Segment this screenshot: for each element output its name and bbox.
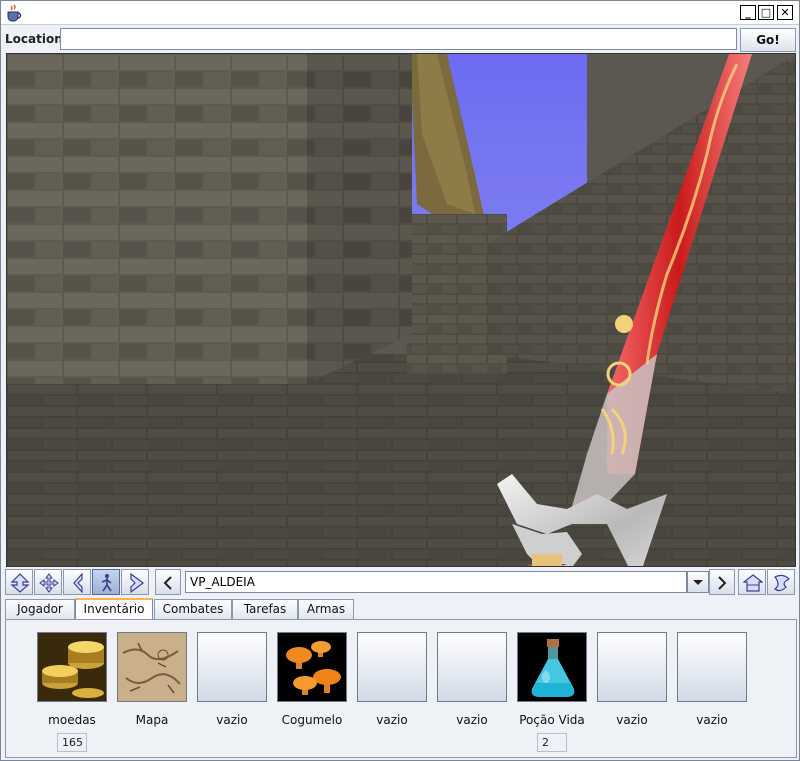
inventory-panel: moedas 165 Mapa vazio Cogumelo vazio vaz… — [5, 619, 797, 758]
inventory-slot[interactable] — [437, 632, 507, 702]
coins-icon — [38, 633, 106, 701]
inventory-slot[interactable] — [677, 632, 747, 702]
previous-viewpoint-button[interactable] — [155, 569, 181, 595]
examine-button[interactable] — [121, 569, 149, 595]
navigation-bar: VP_ALDEIA — [5, 568, 797, 596]
straighten-icon — [773, 574, 791, 592]
straighten-button[interactable] — [767, 569, 795, 595]
inventory-slot[interactable] — [117, 632, 187, 702]
pan-button[interactable] — [34, 569, 62, 595]
3d-viewport[interactable] — [6, 53, 796, 567]
examine-icon — [130, 573, 144, 593]
inventory-count: 2 — [537, 733, 567, 752]
inventory-slot[interactable] — [357, 632, 427, 702]
title-bar[interactable]: _ □ ✕ — [1, 1, 799, 25]
tab-armas[interactable]: Armas — [298, 599, 354, 620]
inventory-label: vazio — [696, 713, 728, 727]
chevron-down-icon — [693, 580, 703, 585]
map-icon — [118, 633, 186, 701]
location-label: Location: — [5, 32, 68, 46]
inventory-slot[interactable] — [37, 632, 107, 702]
tab-strip: Jogador Inventário Combates Tarefas Arma… — [5, 598, 797, 621]
dungeon-scene — [7, 54, 795, 566]
walk-button[interactable] — [92, 569, 120, 595]
next-viewpoint-icon — [718, 576, 727, 590]
location-bar: Location: Go! — [1, 26, 799, 54]
turn-button[interactable] — [63, 569, 91, 595]
next-viewpoint-button[interactable] — [709, 569, 735, 595]
application-window: _ □ ✕ Location: Go! VP_ALDEIA Jogador In… — [0, 0, 800, 761]
mushroom-icon — [278, 633, 346, 701]
tab-combates[interactable]: Combates — [154, 599, 232, 620]
turn-icon — [73, 573, 83, 593]
inventory-slot[interactable] — [197, 632, 267, 702]
go-button[interactable]: Go! — [740, 28, 796, 52]
inventory-count: 165 — [57, 733, 87, 752]
tab-inventario[interactable]: Inventário — [75, 598, 153, 621]
java-cup-icon — [4, 4, 24, 22]
inventory-slot[interactable] — [277, 632, 347, 702]
maximize-button[interactable]: □ — [758, 5, 774, 20]
inventory-slot[interactable] — [597, 632, 667, 702]
home-button[interactable] — [738, 569, 766, 595]
previous-viewpoint-icon — [163, 576, 172, 590]
tab-tarefas[interactable]: Tarefas — [232, 599, 298, 620]
minimize-button[interactable]: _ — [740, 5, 756, 20]
pan-icon — [39, 573, 59, 593]
close-button[interactable]: ✕ — [777, 5, 793, 20]
home-icon — [743, 574, 763, 592]
tab-jogador[interactable]: Jogador — [5, 599, 75, 620]
inventory-slot[interactable] — [517, 632, 587, 702]
fly-button[interactable] — [5, 569, 33, 595]
location-input[interactable] — [60, 28, 737, 50]
viewpoint-select[interactable]: VP_ALDEIA — [185, 571, 687, 593]
walk-icon — [101, 574, 112, 592]
fly-icon — [10, 573, 30, 593]
potion-icon — [518, 633, 586, 701]
viewpoint-dropdown-button[interactable] — [687, 571, 709, 593]
